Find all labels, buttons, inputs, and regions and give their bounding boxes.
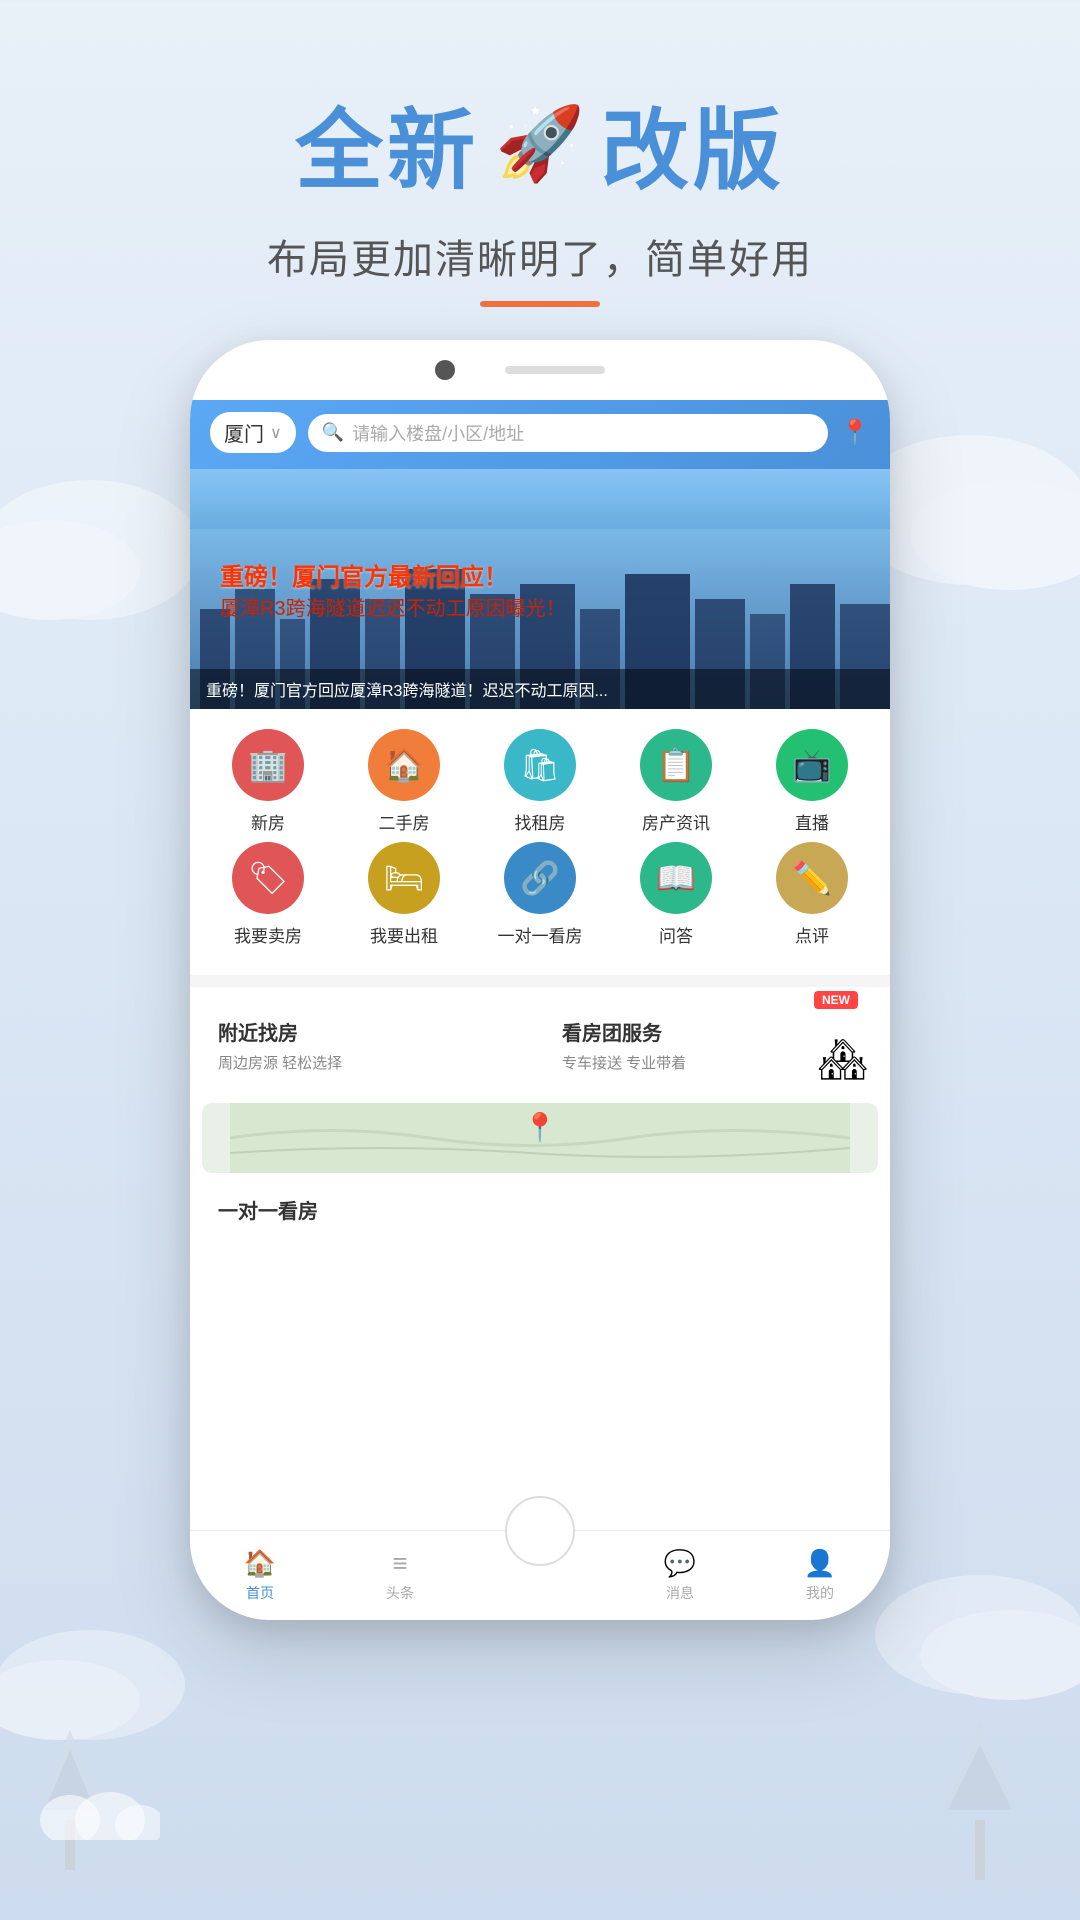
nearby-card[interactable]: 附近找房 周边房源 轻松选择	[202, 999, 534, 1091]
rent-out-icon: 🛏	[368, 842, 440, 914]
camera-icon	[435, 360, 455, 380]
phone-notch	[190, 340, 890, 400]
profile-icon: 👤	[804, 1548, 836, 1579]
home-icon: 🏠	[244, 1548, 276, 1579]
icon-one-on-one[interactable]: 🔗 一对一看房	[485, 842, 595, 947]
second-hand-label: 二手房	[379, 809, 430, 834]
rent-out-label: 我要出租	[370, 922, 438, 947]
icon-new-house[interactable]: 🏢 新房	[213, 729, 323, 834]
second-hand-icon: 🏠	[368, 729, 440, 801]
search-placeholder: 请输入楼盘/小区/地址	[352, 420, 524, 446]
city-name: 厦门	[224, 418, 264, 447]
phone-mockup: 厦门 ∨ 🔍 请输入楼盘/小区/地址 📍	[190, 340, 890, 1620]
banner[interactable]: 重磅！厦门官方最新回应！ 厦漳R3跨海隧道迟迟不动工原因曝光！ 重磅！厦门官方回…	[190, 469, 890, 709]
review-label: 点评	[795, 922, 829, 947]
nav-profile[interactable]: 👤 我的	[750, 1548, 890, 1603]
bush-left-icon	[40, 1780, 160, 1840]
tour-icon: 🏘	[817, 1036, 868, 1083]
header-title-row: 全新 🚀 改版	[0, 80, 1080, 207]
icon-second-hand[interactable]: 🏠 二手房	[349, 729, 459, 834]
nav-profile-label: 我的	[806, 1583, 834, 1603]
search-bar[interactable]: 🔍 请输入楼盘/小区/地址	[308, 414, 828, 452]
banner-bottom-bar: 重磅！厦门官方回应厦漳R3跨海隧道！迟迟不动工原因...	[190, 669, 890, 709]
map-area[interactable]: 📍	[202, 1103, 878, 1173]
icon-row-1: 🏢 新房 🏠 二手房 🛍 找租房 📋 房产资讯 📺 直播	[200, 729, 880, 834]
header-area: 全新 🚀 改版 布局更加清晰明了，简单好用	[0, 80, 1080, 307]
icon-rent-out[interactable]: 🛏 我要出租	[349, 842, 459, 947]
tour-service-card[interactable]: NEW 看房团服务 专车接送 专业带着 🏘	[546, 999, 878, 1091]
title-part1: 全新	[295, 80, 479, 207]
one-on-one-section[interactable]: 一对一看房	[202, 1181, 878, 1238]
nav-headlines[interactable]: ≡ 头条	[330, 1548, 470, 1603]
icon-row-2: 🏷 我要卖房 🛏 我要出租 🔗 一对一看房 📖 问答 ✏️ 点评	[200, 842, 880, 947]
tree-right-icon	[930, 1710, 1030, 1880]
one-on-one-label: 一对一看房	[498, 922, 583, 947]
title-part2: 改版	[601, 80, 785, 207]
messages-icon: 💬	[664, 1548, 696, 1579]
home-button[interactable]	[505, 1496, 575, 1566]
rental-label: 找租房	[515, 809, 566, 834]
banner-title-line2: 厦漳R3跨海隧道迟迟不动工原因曝光！	[220, 592, 860, 621]
search-icon: 🔍	[322, 422, 344, 443]
rental-icon: 🛍	[504, 729, 576, 801]
nearby-title: 附近找房	[218, 1017, 518, 1046]
nav-home[interactable]: 🏠 首页	[190, 1548, 330, 1603]
speaker	[505, 366, 605, 374]
icon-rental[interactable]: 🛍 找租房	[485, 729, 595, 834]
icon-qa[interactable]: 📖 问答	[621, 842, 731, 947]
sell-label: 我要卖房	[234, 922, 302, 947]
one-on-one-icon: 🔗	[504, 842, 576, 914]
nav-headlines-label: 头条	[386, 1583, 414, 1603]
header-subtitle: 布局更加清晰明了，简单好用	[0, 227, 1080, 285]
map-pin-icon: 📍	[523, 1111, 558, 1144]
nav-home-label: 首页	[246, 1583, 274, 1603]
sell-icon: 🏷	[232, 842, 304, 914]
app-header: 厦门 ∨ 🔍 请输入楼盘/小区/地址 📍	[190, 400, 890, 469]
new-badge: NEW	[814, 991, 858, 1009]
section-row: 附近找房 周边房源 轻松选择 NEW 看房团服务 专车接送 专业带着 🏘	[202, 999, 878, 1091]
qa-icon: 📖	[640, 842, 712, 914]
review-icon: ✏️	[776, 842, 848, 914]
city-selector[interactable]: 厦门 ∨	[210, 412, 296, 453]
one-on-one-title: 一对一看房	[218, 1195, 862, 1224]
live-label: 直播	[795, 809, 829, 834]
headlines-icon: ≡	[392, 1548, 407, 1579]
bottom-nav: 🏠 首页 ≡ 头条 💬 消息 👤 我的	[190, 1530, 890, 1620]
chevron-down-icon: ∨	[270, 423, 282, 443]
banner-title-line1: 重磅！厦门官方最新回应！	[220, 557, 860, 592]
icon-grid: 🏢 新房 🏠 二手房 🛍 找租房 📋 房产资讯 📺 直播	[190, 709, 890, 975]
header-underline	[480, 301, 600, 307]
live-icon: 📺	[776, 729, 848, 801]
phone-screen: 厦门 ∨ 🔍 请输入楼盘/小区/地址 📍	[190, 400, 890, 1620]
new-house-label: 新房	[251, 809, 285, 834]
nav-messages-label: 消息	[666, 1583, 694, 1603]
icon-news[interactable]: 📋 房产资讯	[621, 729, 731, 834]
new-house-icon: 🏢	[232, 729, 304, 801]
news-label: 房产资讯	[642, 809, 710, 834]
news-icon: 📋	[640, 729, 712, 801]
icon-review[interactable]: ✏️ 点评	[757, 842, 867, 947]
nearby-subtitle: 周边房源 轻松选择	[218, 1052, 518, 1073]
rocket-icon: 🚀	[495, 101, 585, 186]
nav-messages[interactable]: 💬 消息	[610, 1548, 750, 1603]
icon-live[interactable]: 📺 直播	[757, 729, 867, 834]
icon-sell[interactable]: 🏷 我要卖房	[213, 842, 323, 947]
location-button[interactable]: 📍	[840, 418, 870, 447]
qa-label: 问答	[659, 922, 693, 947]
